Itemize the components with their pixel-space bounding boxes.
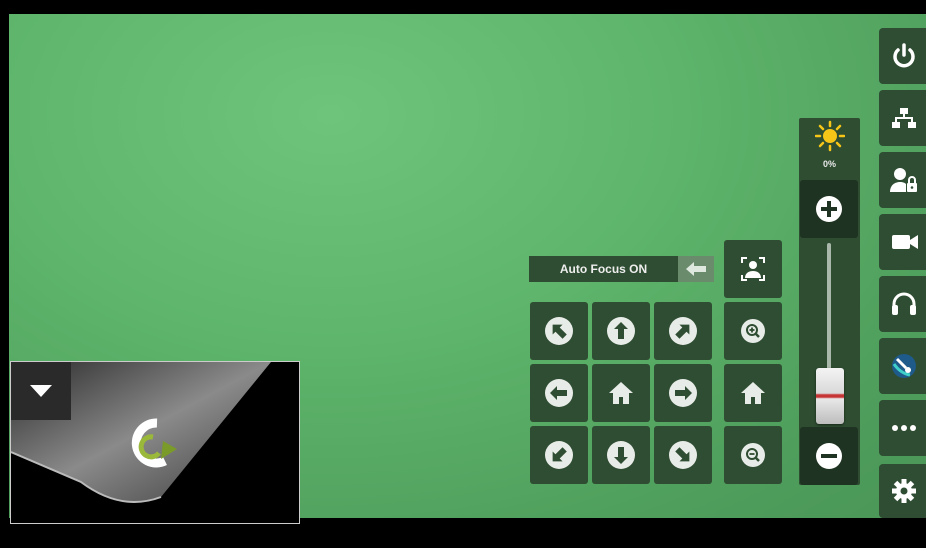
arrow-right-icon xyxy=(669,379,697,407)
brightness-value: 0% xyxy=(822,159,836,169)
home-icon xyxy=(609,382,633,404)
pan-down-right-button[interactable] xyxy=(654,426,712,484)
arrow-up-icon xyxy=(607,317,635,345)
gear-icon xyxy=(892,479,916,503)
video-button[interactable] xyxy=(879,214,926,270)
plus-circle-icon xyxy=(816,196,842,222)
user-security-button[interactable] xyxy=(879,152,926,208)
pip-collapse-button[interactable] xyxy=(11,362,71,420)
power-icon xyxy=(893,43,915,68)
video-camera-icon xyxy=(892,235,918,249)
arrow-down-left-icon xyxy=(545,441,573,469)
pan-down-button[interactable] xyxy=(592,426,650,484)
more-button[interactable] xyxy=(879,400,926,456)
top-letterbox xyxy=(0,0,926,14)
user-lock-icon xyxy=(890,168,917,192)
more-icon xyxy=(892,425,916,431)
pip-preview[interactable] xyxy=(10,361,300,524)
home-icon xyxy=(741,382,765,404)
left-letterbox xyxy=(0,14,9,518)
pan-up-button[interactable] xyxy=(592,302,650,360)
brightness-increase-button[interactable] xyxy=(800,180,858,238)
auto-focus-toggle-button[interactable] xyxy=(678,256,714,282)
ptz-home-button[interactable] xyxy=(592,364,650,422)
pan-right-button[interactable] xyxy=(654,364,712,422)
zoom-out-button[interactable] xyxy=(724,426,782,484)
brightness-slider-handle[interactable] xyxy=(816,368,844,424)
zoom-in-icon xyxy=(741,319,765,343)
zoom-home-button[interactable] xyxy=(724,364,782,422)
sun-icon xyxy=(815,120,845,152)
arrow-up-left-icon xyxy=(545,317,573,345)
headset-icon xyxy=(892,292,916,315)
streaming-button[interactable] xyxy=(879,338,926,394)
auto-focus-label: Auto Focus ON xyxy=(529,256,678,282)
pan-up-left-button[interactable] xyxy=(530,302,588,360)
arrow-left-icon xyxy=(686,262,706,276)
arrow-down-right-icon xyxy=(669,441,697,469)
logo-icon xyxy=(131,418,177,468)
arrow-up-right-icon xyxy=(669,317,697,345)
minus-circle-icon xyxy=(816,443,842,469)
pan-left-button[interactable] xyxy=(530,364,588,422)
settings-button[interactable] xyxy=(879,464,926,518)
audio-button[interactable] xyxy=(879,276,926,332)
caret-down-icon xyxy=(30,385,52,397)
pan-down-left-button[interactable] xyxy=(530,426,588,484)
brightness-panel: 0% xyxy=(799,118,860,485)
zoom-in-button[interactable] xyxy=(724,302,782,360)
network-icon xyxy=(892,108,916,128)
power-button[interactable] xyxy=(879,28,926,84)
pan-up-right-button[interactable] xyxy=(654,302,712,360)
network-button[interactable] xyxy=(879,90,926,146)
arrow-left-icon xyxy=(545,379,573,407)
zoom-out-icon xyxy=(741,443,765,467)
satellite-dish-icon xyxy=(892,354,916,378)
brightness-decrease-button[interactable] xyxy=(800,427,858,485)
person-frame-button[interactable] xyxy=(724,240,782,298)
person-frame-icon xyxy=(741,257,765,281)
arrow-down-icon xyxy=(607,441,635,469)
